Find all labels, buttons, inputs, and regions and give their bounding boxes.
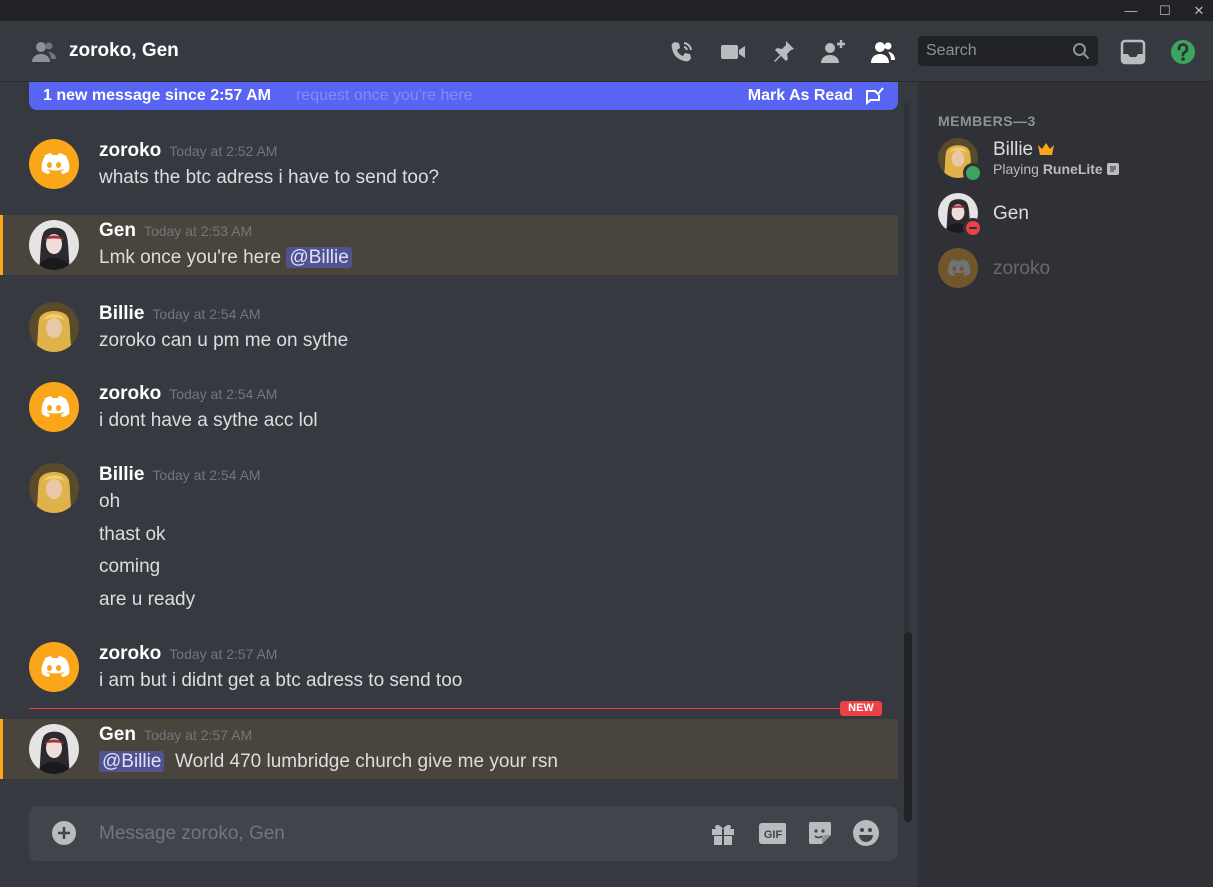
- message-author[interactable]: Gen Today at 2:53 AM: [99, 220, 252, 242]
- mark-read-icon[interactable]: [864, 86, 884, 106]
- message-text: thast ok: [99, 524, 166, 545]
- message-composer[interactable]: GIF: [29, 806, 898, 861]
- avatar[interactable]: [29, 139, 79, 189]
- new-messages-pill: NEW: [840, 701, 882, 716]
- member-list: MEMBERS—3 Billie Playing RuneLite Gen zo…: [918, 82, 1213, 887]
- scroll-thumb[interactable]: [904, 632, 912, 822]
- mark-as-read-button[interactable]: Mark As Read: [748, 87, 853, 105]
- member-item-billie[interactable]: Billie Playing RuneLite: [938, 138, 1198, 183]
- window-titlebar: — ☐ ✕: [0, 0, 1213, 21]
- message-timestamp: Today at 2:57 AM: [143, 727, 253, 743]
- message-author[interactable]: zoroko Today at 2:57 AM: [99, 643, 277, 665]
- message-item[interactable]: zoroko Today at 2:54 AM i dont have a syt…: [0, 375, 898, 439]
- avatar[interactable]: [29, 382, 79, 432]
- billie-avatar-image: [29, 463, 79, 513]
- maximize-button[interactable]: ☐: [1148, 0, 1182, 21]
- message-text: whats the btc adress i have to send too?: [99, 167, 440, 188]
- gift-icon[interactable]: [709, 819, 737, 847]
- gen-avatar-image: [29, 724, 79, 774]
- dnd-status-badge: [963, 218, 983, 238]
- group-dm-icon: [32, 42, 56, 62]
- message-text: are u ready: [99, 589, 196, 610]
- minimize-button[interactable]: —: [1114, 0, 1148, 21]
- message-author[interactable]: Billie Today at 2:54 AM: [99, 303, 261, 325]
- member-name: Gen: [993, 203, 1029, 224]
- emoji-icon[interactable]: [852, 819, 880, 847]
- voice-call-icon[interactable]: [668, 38, 696, 66]
- gif-icon[interactable]: GIF: [758, 819, 786, 847]
- message-timestamp: Today at 2:54 AM: [152, 306, 261, 322]
- user-mention[interactable]: @Billie: [286, 247, 352, 268]
- search-input[interactable]: [918, 36, 1076, 66]
- new-messages-divider: [29, 708, 880, 709]
- video-call-icon[interactable]: [719, 38, 747, 66]
- message-item[interactable]: zoroko Today at 2:52 AM whats the btc adr…: [0, 132, 898, 198]
- rich-presence-icon: [1106, 163, 1119, 175]
- page-title: zoroko, Gen: [69, 40, 179, 61]
- message-timestamp: Today at 2:52 AM: [169, 143, 278, 159]
- banner-ghost-text: request once you're here: [296, 87, 473, 104]
- avatar[interactable]: [29, 642, 79, 692]
- member-list-heading: MEMBERS—3: [938, 113, 1036, 129]
- message-item-mentioned[interactable]: Gen Today at 2:57 AM @Billie World 470 lu…: [0, 719, 898, 779]
- new-messages-banner[interactable]: 1 new message since 2:57 AM request once…: [29, 82, 898, 110]
- new-messages-text: 1 new message since 2:57 AM: [43, 87, 271, 104]
- message-text: Lmk once you're here @Billie: [99, 247, 352, 269]
- member-name: zoroko: [993, 258, 1051, 279]
- message-text: i dont have a sythe acc lol: [99, 410, 318, 431]
- chat-area: 1 new message since 2:57 AM request once…: [0, 82, 918, 887]
- message-input[interactable]: [99, 806, 699, 861]
- sticker-icon[interactable]: [806, 819, 834, 847]
- upload-plus-icon[interactable]: [51, 820, 77, 846]
- message-author[interactable]: Billie Today at 2:54 AM: [99, 464, 261, 486]
- avatar[interactable]: [29, 302, 79, 352]
- message-item[interactable]: zoroko Today at 2:57 AM i am but i didnt …: [0, 635, 898, 699]
- member-item-gen[interactable]: Gen: [938, 193, 1198, 238]
- message-timestamp: Today at 2:54 AM: [152, 467, 261, 483]
- discord-logo-icon: [41, 656, 70, 677]
- add-friends-to-dm-icon[interactable]: [819, 38, 847, 66]
- search-box[interactable]: [918, 36, 1098, 66]
- discord-logo-icon: [41, 153, 70, 174]
- svg-text:GIF: GIF: [764, 829, 783, 841]
- channel-header: zoroko, Gen: [0, 21, 1213, 82]
- close-window-button[interactable]: ✕: [1182, 0, 1213, 21]
- chat-scrollbar[interactable]: [902, 102, 912, 822]
- inbox-icon[interactable]: [1119, 38, 1147, 66]
- avatar: [938, 248, 978, 288]
- message-text: oh: [99, 491, 121, 512]
- message-item[interactable]: Billie Today at 2:54 AM oh thast ok comin…: [0, 456, 898, 616]
- discord-logo-icon: [41, 396, 70, 417]
- owner-crown-icon: [1038, 143, 1055, 155]
- search-icon: [1073, 43, 1090, 60]
- help-icon[interactable]: [1169, 38, 1197, 66]
- message-text: i am but i didnt get a btc adress to sen…: [99, 670, 463, 691]
- message-text: zoroko can u pm me on sythe: [99, 330, 349, 351]
- message-author[interactable]: zoroko Today at 2:54 AM: [99, 383, 277, 405]
- message-author[interactable]: Gen Today at 2:57 AM: [99, 724, 252, 746]
- message-text: @Billie World 470 lumbridge church give …: [99, 751, 558, 773]
- message-timestamp: Today at 2:54 AM: [169, 386, 278, 402]
- member-activity: Playing RuneLite: [993, 161, 1119, 177]
- avatar[interactable]: [29, 724, 79, 774]
- message-text: coming: [99, 556, 161, 577]
- gen-avatar-image: [29, 220, 79, 270]
- member-list-toggle-icon[interactable]: [868, 38, 896, 66]
- member-name: Billie: [993, 139, 1055, 161]
- message-item[interactable]: Billie Today at 2:54 AM zoroko can u pm m…: [0, 295, 898, 359]
- pinned-messages-icon[interactable]: [769, 38, 797, 66]
- avatar[interactable]: [29, 463, 79, 513]
- message-item-mentioned[interactable]: Gen Today at 2:53 AM Lmk once you're here…: [0, 215, 898, 275]
- message-author[interactable]: zoroko Today at 2:52 AM: [99, 140, 277, 162]
- avatar[interactable]: [29, 220, 79, 270]
- user-mention[interactable]: @Billie: [99, 751, 165, 772]
- online-status-badge: [963, 163, 983, 183]
- billie-avatar-image: [29, 302, 79, 352]
- discord-logo-icon: [948, 259, 971, 276]
- message-timestamp: Today at 2:57 AM: [169, 646, 278, 662]
- member-item-zoroko[interactable]: zoroko: [938, 248, 1198, 292]
- message-timestamp: Today at 2:53 AM: [143, 223, 253, 239]
